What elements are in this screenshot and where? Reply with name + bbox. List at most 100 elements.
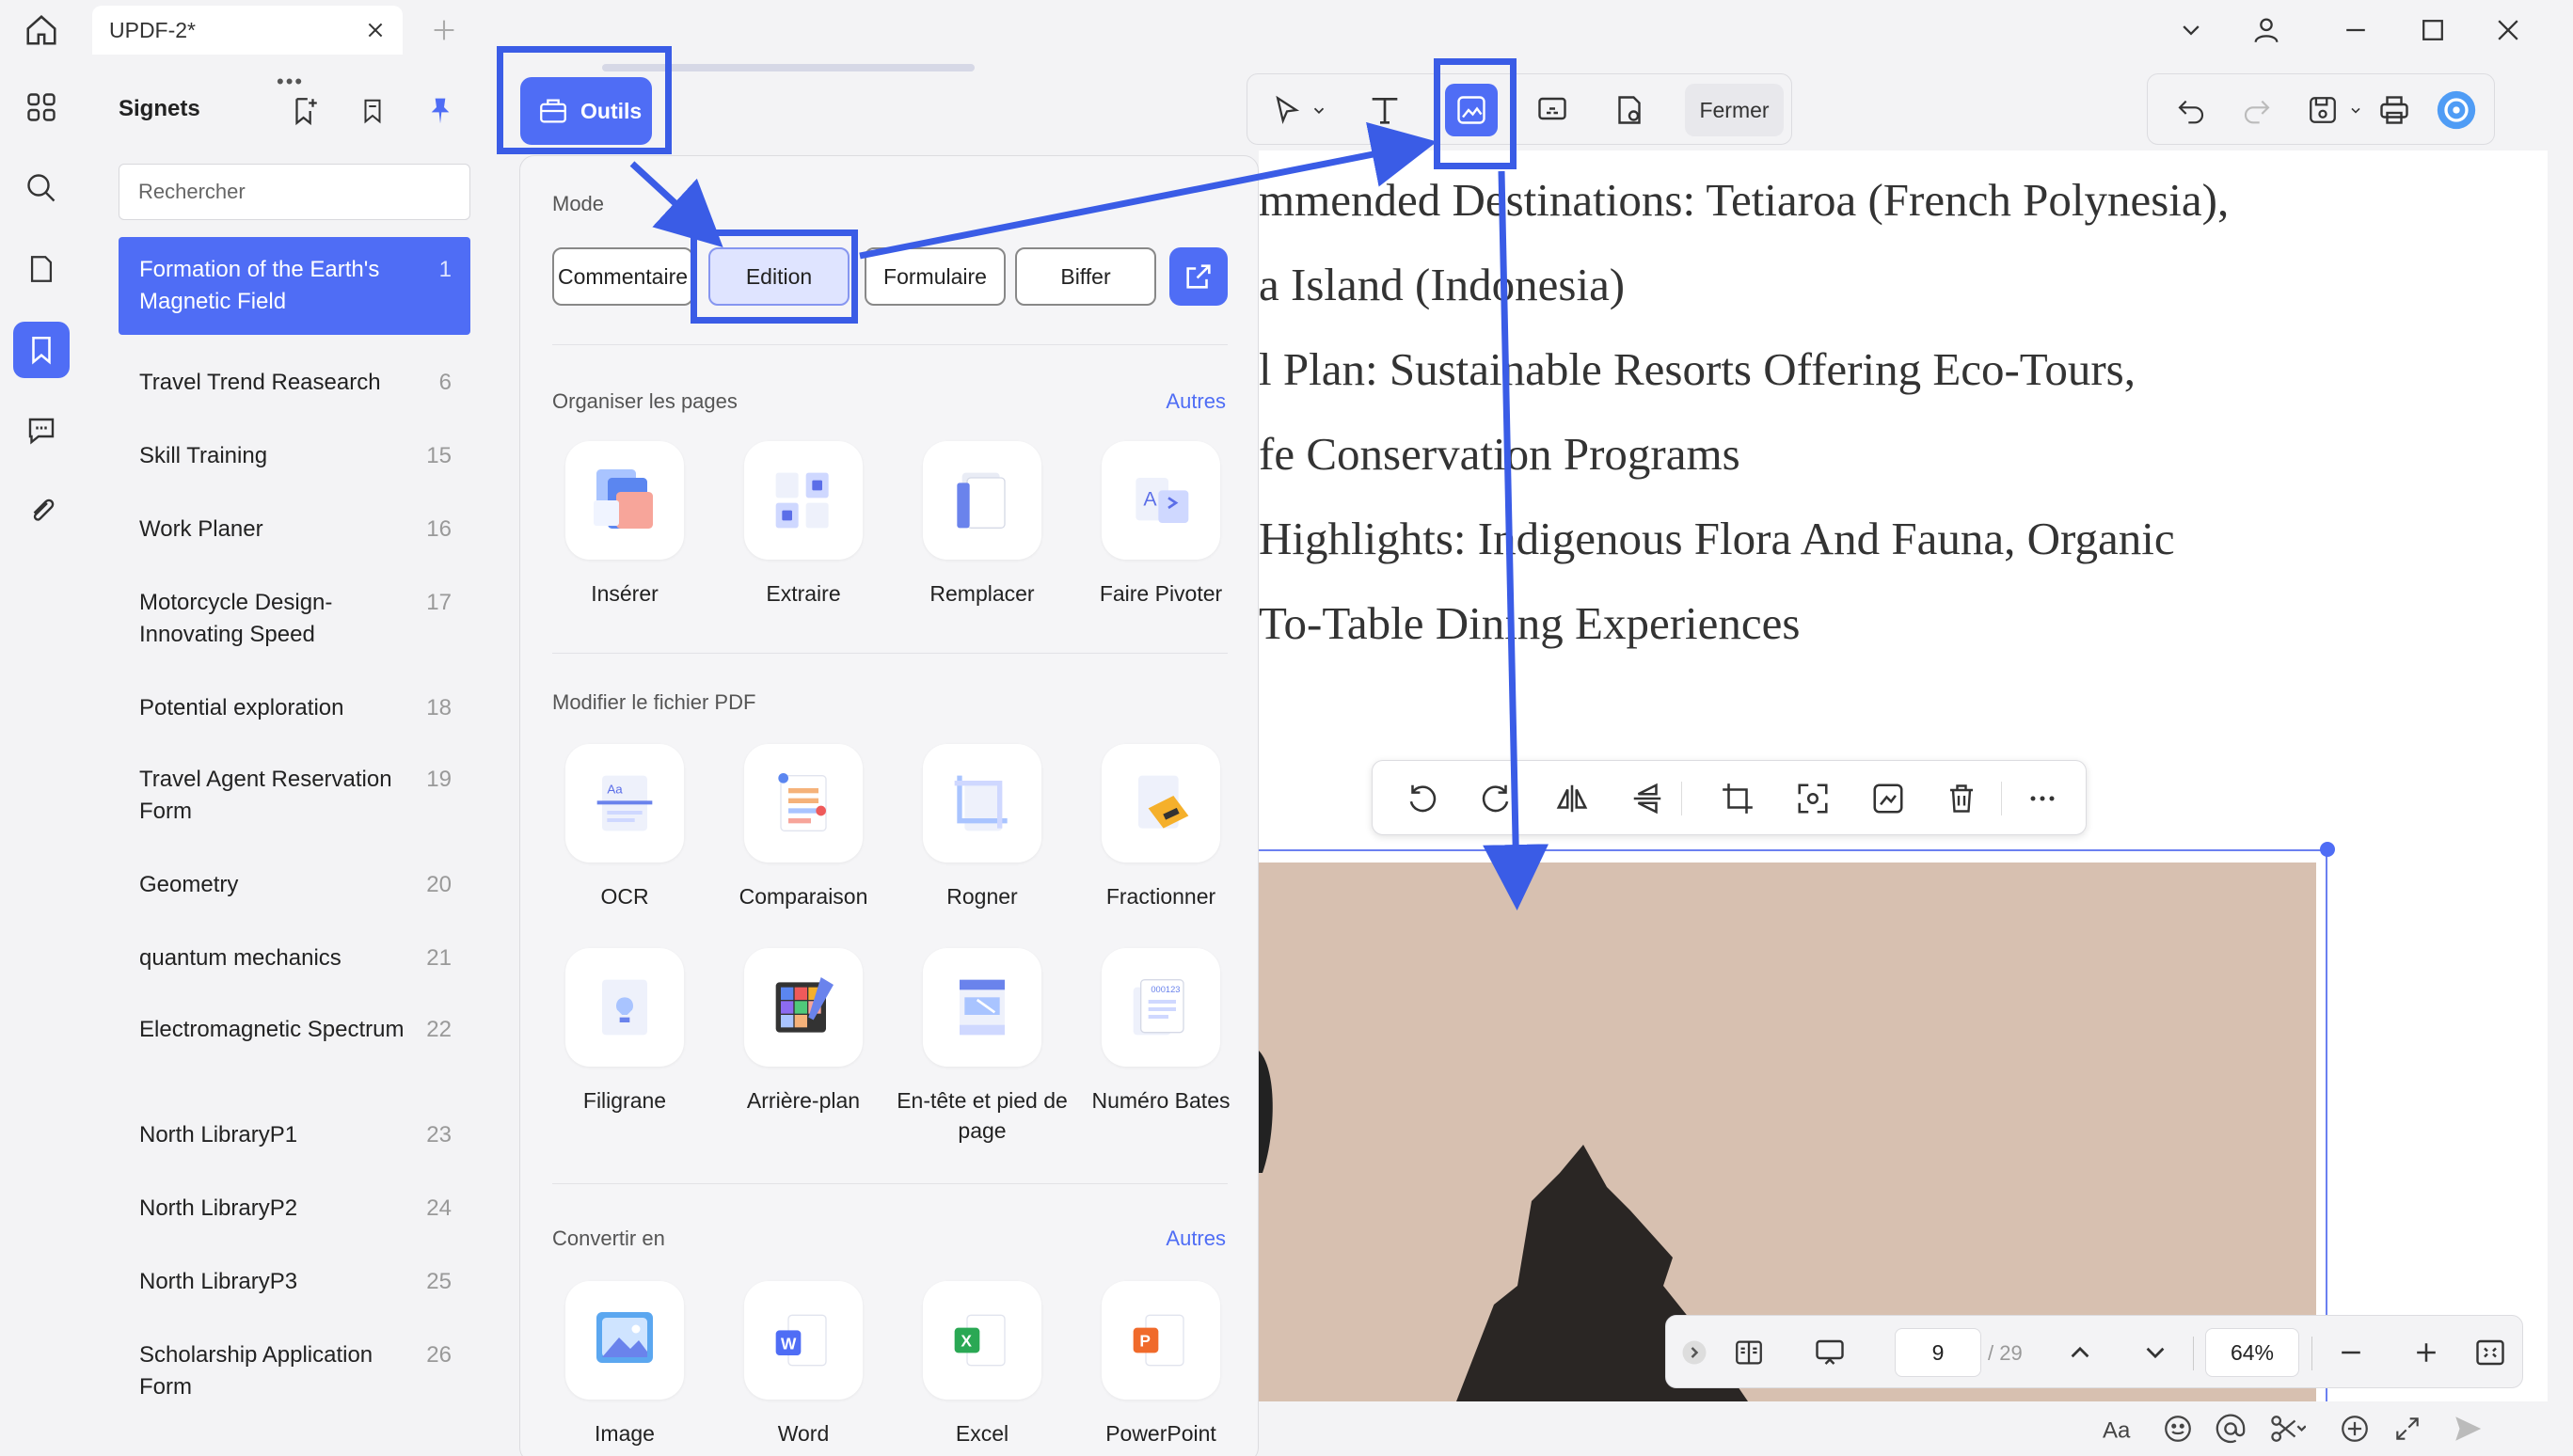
watermark-tool[interactable]: Filigrane xyxy=(535,948,714,1116)
document-tab[interactable]: UPDF-2* xyxy=(92,6,403,55)
bookmark-item[interactable]: Scholarship Application Form 26 xyxy=(119,1339,470,1403)
background-tool[interactable]: Arrière-plan xyxy=(714,948,893,1116)
minimize-icon[interactable] xyxy=(2333,8,2378,53)
pages-icon[interactable] xyxy=(13,241,70,297)
present-icon[interactable] xyxy=(1805,1328,1854,1377)
previous-page-icon[interactable] xyxy=(2056,1328,2104,1377)
crop-icon[interactable] xyxy=(1713,774,1762,823)
home-icon[interactable] xyxy=(17,6,66,55)
scissors-icon[interactable] xyxy=(2265,1407,2309,1450)
close-window-icon[interactable] xyxy=(2486,8,2531,53)
open-external-icon[interactable] xyxy=(1169,247,1228,306)
expand-icon[interactable] xyxy=(1676,1328,1713,1377)
bookmark-item[interactable]: Geometry 20 xyxy=(119,869,470,901)
document-text-line[interactable]: fe Conservation Programs xyxy=(1259,427,1740,481)
font-icon[interactable]: Aa xyxy=(2098,1407,2141,1450)
zoom-in-icon[interactable] xyxy=(2402,1328,2451,1377)
compare-tool[interactable]: Comparaison xyxy=(714,744,893,911)
reading-mode-icon[interactable] xyxy=(1724,1328,1773,1377)
page-number-input[interactable]: 9 xyxy=(1895,1328,1981,1377)
more-icon[interactable] xyxy=(2018,774,2067,823)
undo-icon[interactable] xyxy=(2165,84,2217,136)
bookmark-label: Travel Agent Reservation Form xyxy=(139,767,392,824)
chevron-down-icon[interactable] xyxy=(2340,84,2372,136)
close-edit-button[interactable]: Fermer xyxy=(1685,84,1784,136)
replace-tool[interactable]: Remplacer xyxy=(893,441,1072,609)
rotate-left-icon[interactable] xyxy=(1397,774,1446,823)
bookmark-item[interactable]: Skill Training 15 xyxy=(119,440,470,472)
close-tab-icon[interactable] xyxy=(361,16,389,44)
chevron-down-icon[interactable] xyxy=(2168,8,2214,53)
ai-assistant-icon[interactable] xyxy=(2430,84,2483,136)
bookmark-item[interactable]: North LibraryP1 23 xyxy=(119,1119,470,1151)
delete-icon[interactable] xyxy=(1937,774,1986,823)
redo-icon[interactable] xyxy=(2231,84,2283,136)
bookmark-item[interactable]: quantum mechanics 21 xyxy=(119,942,470,974)
insert-tool[interactable]: Insérer xyxy=(535,441,714,609)
emoji-icon[interactable] xyxy=(2156,1407,2200,1450)
bookmark-item[interactable]: Work Planer 16 xyxy=(119,514,470,546)
text-tool-icon[interactable] xyxy=(1358,84,1411,136)
header-footer-tool[interactable]: En-tête et pied de page xyxy=(893,948,1072,1146)
document-text-line[interactable]: Highlights: Indigenous Flora And Fauna, … xyxy=(1259,512,2175,565)
document-text-line[interactable]: To-Table Dining Experiences xyxy=(1259,596,1801,650)
organize-more-link[interactable]: Autres xyxy=(1166,389,1226,414)
mode-comment-button[interactable]: Commentaire xyxy=(552,247,693,306)
convert-powerpoint-tool[interactable]: P PowerPoint xyxy=(1072,1281,1250,1448)
convert-image-tool[interactable]: Image xyxy=(535,1281,714,1448)
search-icon[interactable] xyxy=(13,160,70,216)
bookmark-item[interactable]: Travel Trend Reasearch 6 xyxy=(119,367,470,399)
bookmark-item[interactable]: Formation of the Earth's Magnetic Field … xyxy=(119,237,470,335)
crop-tool[interactable]: Rogner xyxy=(893,744,1072,911)
resize-handle[interactable] xyxy=(2320,842,2335,857)
bookmark-item[interactable]: Electromagnetic Spectrum 22 xyxy=(119,1014,470,1046)
bates-number-tool[interactable]: 000123 Numéro Bates xyxy=(1072,948,1250,1116)
attachment-icon[interactable] xyxy=(13,483,70,540)
rotate-tool[interactable]: A Faire Pivoter xyxy=(1072,441,1250,609)
stamp-tool-icon[interactable] xyxy=(1603,84,1656,136)
zoom-level[interactable]: 64% xyxy=(2205,1328,2299,1377)
maximize-icon[interactable] xyxy=(2410,8,2455,53)
send-icon[interactable] xyxy=(2446,1407,2489,1450)
add-bookmark-icon[interactable] xyxy=(284,90,326,132)
convert-excel-tool[interactable]: X Excel xyxy=(893,1281,1072,1448)
extract-tool[interactable]: Extraire xyxy=(714,441,893,609)
comments-icon[interactable] xyxy=(13,403,70,459)
link-tool-icon[interactable] xyxy=(1526,84,1579,136)
mention-icon[interactable] xyxy=(2209,1407,2252,1450)
account-icon[interactable] xyxy=(2244,8,2289,53)
new-tab-icon[interactable] xyxy=(425,11,463,49)
bookmark-label: Travel Trend Reasearch xyxy=(139,370,381,395)
ocr-tool[interactable]: Aa OCR xyxy=(535,744,714,911)
bookmark-item[interactable]: Motorcycle Design-Innovating Speed 17 xyxy=(119,587,470,651)
flip-horizontal-icon[interactable] xyxy=(1548,774,1596,823)
bookmark-icon[interactable] xyxy=(13,322,70,378)
thumbnails-icon[interactable] xyxy=(13,79,70,135)
print-icon[interactable] xyxy=(2368,84,2421,136)
rotate-right-icon[interactable] xyxy=(1472,774,1521,823)
convert-word-tool[interactable]: W Word xyxy=(714,1281,893,1448)
mode-redact-button[interactable]: Biffer xyxy=(1015,247,1156,306)
zoom-out-icon[interactable] xyxy=(2327,1328,2375,1377)
flip-vertical-icon[interactable] xyxy=(1623,774,1672,823)
fit-page-icon[interactable] xyxy=(2466,1328,2515,1377)
document-text-line[interactable]: l Plan: Sustainable Resorts Offering Eco… xyxy=(1259,342,2136,396)
extract-image-icon[interactable] xyxy=(1788,774,1837,823)
add-circle-icon[interactable] xyxy=(2333,1407,2376,1450)
bookmark-item[interactable]: Travel Agent Reservation Form 19 xyxy=(119,764,470,828)
bookmark-item[interactable]: North LibraryP3 25 xyxy=(119,1266,470,1298)
bookmark-list-icon[interactable] xyxy=(352,90,393,132)
replace-image-icon[interactable] xyxy=(1864,774,1913,823)
expand-arrows-icon[interactable] xyxy=(2386,1407,2429,1450)
document-text-line[interactable]: mmended Destinations: Tetiaroa (French P… xyxy=(1259,173,2229,227)
bookmark-search-input[interactable]: Rechercher xyxy=(119,164,470,220)
split-tool[interactable]: Fractionner xyxy=(1072,744,1250,911)
bookmark-item[interactable]: North LibraryP2 24 xyxy=(119,1193,470,1225)
convert-more-link[interactable]: Autres xyxy=(1166,1227,1226,1251)
pin-icon[interactable] xyxy=(420,90,461,132)
bookmark-item[interactable]: Potential exploration 18 xyxy=(119,692,470,724)
chevron-down-icon[interactable] xyxy=(1300,84,1338,136)
next-page-icon[interactable] xyxy=(2131,1328,2180,1377)
document-text-line[interactable]: a Island (Indonesia) xyxy=(1259,258,1625,311)
mode-form-button[interactable]: Formulaire xyxy=(865,247,1006,306)
